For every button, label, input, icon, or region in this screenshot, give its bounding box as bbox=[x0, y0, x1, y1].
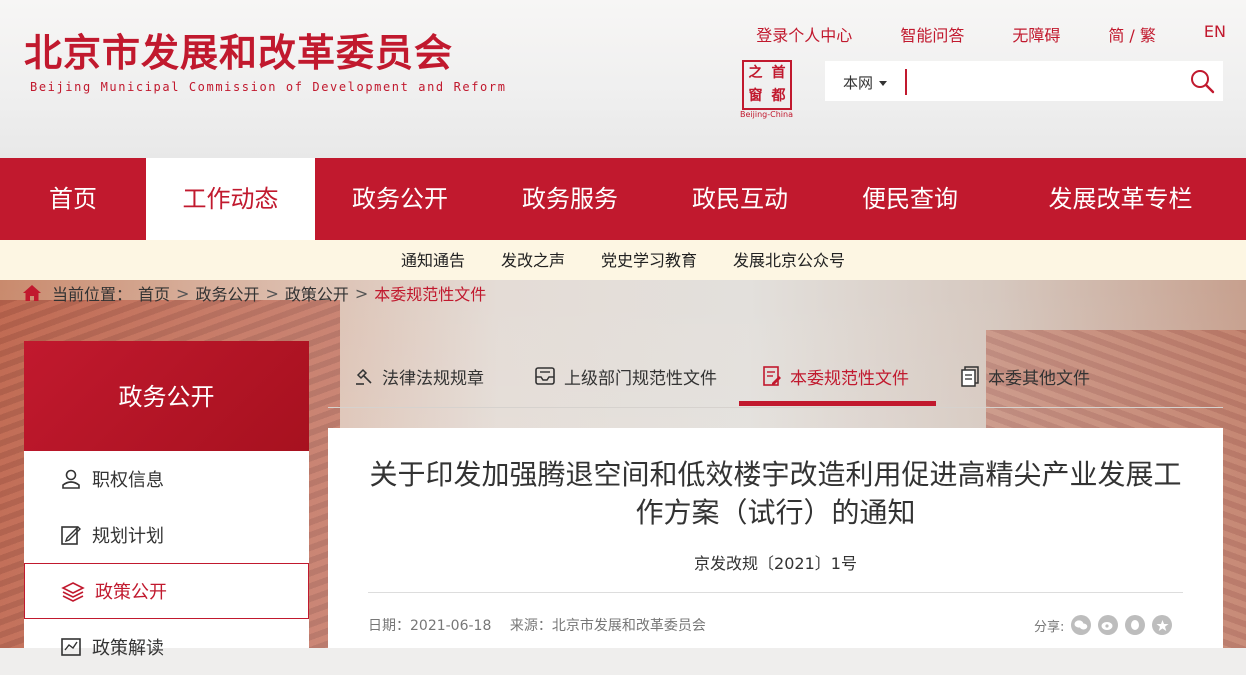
tab-label: 本委其他文件 bbox=[988, 368, 1090, 389]
breadcrumb-label: 当前位置： bbox=[52, 285, 133, 304]
search-scope-label: 本网 bbox=[843, 74, 874, 92]
sidebar-title: 政务公开 bbox=[24, 341, 309, 451]
documents-icon bbox=[961, 366, 979, 387]
sidebar-item-authority-info[interactable]: 职权信息 bbox=[24, 451, 309, 507]
sidebar-item-policy-interpretation[interactable]: 政策解读 bbox=[24, 619, 309, 675]
weibo-share-icon[interactable] bbox=[1098, 615, 1119, 635]
caret-down-icon bbox=[879, 81, 888, 86]
divider bbox=[368, 592, 1183, 593]
seal-char: 都 bbox=[771, 88, 786, 104]
search-bar: 本网 bbox=[825, 61, 1223, 101]
home-icon bbox=[23, 285, 41, 301]
person-icon bbox=[62, 469, 80, 489]
tab-commission-other-docs[interactable]: 本委其他文件 bbox=[960, 345, 1090, 407]
breadcrumb-separator: > bbox=[354, 283, 369, 303]
sidebar-menu: 职权信息 规划计划 政策公开 政策解读 bbox=[24, 451, 309, 659]
english-link[interactable]: EN bbox=[1204, 22, 1226, 46]
breadcrumb-policy[interactable]: 政策公开 bbox=[285, 281, 349, 305]
site-title-english: Beijing Municipal Commission of Developm… bbox=[30, 80, 507, 94]
breadcrumb: 当前位置： 首页 > 政务公开 > 政策公开 > 本委规范性文件 bbox=[22, 281, 486, 305]
chart-document-icon bbox=[61, 638, 81, 656]
tab-label: 法律法规规章 bbox=[382, 368, 484, 389]
qzone-share-icon[interactable] bbox=[1152, 615, 1173, 635]
tab-label: 本委规范性文件 bbox=[790, 368, 909, 389]
edit-document-icon bbox=[61, 526, 81, 545]
capital-window-seal-logo[interactable]: 之 首 窗 都 bbox=[742, 60, 792, 110]
share-label: 分享: bbox=[1034, 619, 1065, 635]
nav-public-interaction[interactable]: 政民互动 bbox=[655, 158, 825, 240]
top-links: 登录个人中心 智能问答 无障碍 简 / 繁 EN bbox=[708, 22, 1226, 46]
simplified-traditional-link[interactable]: 简 / 繁 bbox=[1108, 22, 1156, 46]
login-link[interactable]: 登录个人中心 bbox=[756, 22, 852, 46]
breadcrumb-separator: > bbox=[265, 283, 279, 303]
subnav-official-account[interactable]: 发展北京公众号 bbox=[733, 240, 845, 280]
seal-char: 窗 bbox=[748, 88, 763, 104]
article-panel: 关于印发加强腾退空间和低效楼宇改造利用促进高精尖产业发展工作方案（试行）的通知 … bbox=[328, 428, 1223, 648]
sidebar-item-planning[interactable]: 规划计划 bbox=[24, 507, 309, 563]
qq-share-icon[interactable] bbox=[1125, 615, 1146, 635]
nav-work-news[interactable]: 工作动态 bbox=[146, 158, 315, 240]
tab-laws-regulations[interactable]: 法律法规规章 bbox=[354, 345, 484, 407]
smart-qa-link[interactable]: 智能问答 bbox=[900, 22, 964, 46]
main-nav: 首页 工作动态 政务公开 政务服务 政民互动 便民查询 发展改革专栏 bbox=[0, 158, 1246, 240]
breadcrumb-government-affairs[interactable]: 政务公开 bbox=[195, 281, 259, 305]
subnav-notices[interactable]: 通知通告 bbox=[401, 240, 465, 280]
seal-char: 之 bbox=[748, 65, 763, 81]
wechat-share-icon[interactable] bbox=[1071, 615, 1092, 635]
search-input[interactable] bbox=[905, 69, 1171, 95]
accessibility-link[interactable]: 无障碍 bbox=[1012, 22, 1060, 46]
sub-nav: 通知通告 发改之声 党史学习教育 发展北京公众号 bbox=[0, 240, 1246, 280]
seal-caption: Beijing-China bbox=[740, 110, 793, 119]
article-source: 来源：北京市发展和改革委员会 bbox=[509, 618, 706, 634]
search-scope-dropdown[interactable]: 本网 bbox=[843, 72, 888, 93]
sidebar-item-label: 政策公开 bbox=[95, 582, 167, 603]
tab-commission-normative-docs[interactable]: 本委规范性文件 bbox=[762, 345, 909, 407]
layers-icon bbox=[61, 582, 85, 602]
share-bar: 分享: bbox=[1034, 615, 1173, 635]
document-number: 京发改规〔2021〕1号 bbox=[694, 554, 857, 573]
active-tab-indicator bbox=[739, 401, 936, 406]
tab-label: 上级部门规范性文件 bbox=[564, 368, 717, 389]
sidebar-item-label: 规划计划 bbox=[92, 526, 164, 547]
gavel-icon bbox=[356, 368, 372, 385]
sidebar-item-label: 职权信息 bbox=[92, 470, 164, 491]
policy-tabs: 法律法规规章 上级部门规范性文件 本委规范性文件 本委其他文件 bbox=[328, 345, 1223, 408]
nav-home[interactable]: 首页 bbox=[0, 158, 146, 240]
article-title: 关于印发加强腾退空间和低效楼宇改造利用促进高精尖产业发展工作方案（试行）的通知 bbox=[369, 458, 1182, 529]
article-date: 日期：2021-06-18 bbox=[368, 618, 492, 634]
tab-superior-normative-docs[interactable]: 上级部门规范性文件 bbox=[534, 345, 717, 407]
site-title[interactable]: 北京市发展和改革委员会 bbox=[24, 22, 453, 77]
breadcrumb-home[interactable]: 首页 bbox=[138, 281, 170, 305]
breadcrumb-current[interactable]: 本委规范性文件 bbox=[374, 281, 486, 305]
inbox-icon bbox=[535, 367, 555, 385]
nav-government-services[interactable]: 政务服务 bbox=[485, 158, 655, 240]
nav-government-affairs-disclosure[interactable]: 政务公开 bbox=[315, 158, 485, 240]
nav-reform-column[interactable]: 发展改革专栏 bbox=[995, 158, 1246, 240]
search-icon[interactable] bbox=[1189, 68, 1215, 94]
article-meta: 日期：2021-06-18 来源：北京市发展和改革委员会 bbox=[368, 615, 720, 635]
breadcrumb-separator: > bbox=[176, 283, 190, 303]
subnav-voice[interactable]: 发改之声 bbox=[501, 240, 565, 280]
sidebar-item-policy-disclosure[interactable]: 政策公开 bbox=[24, 563, 309, 619]
sidebar-item-label: 政策解读 bbox=[92, 638, 164, 659]
subnav-party-history[interactable]: 党史学习教育 bbox=[601, 240, 697, 280]
seal-char: 首 bbox=[771, 65, 786, 81]
document-edit-icon bbox=[763, 366, 781, 386]
nav-convenience-query[interactable]: 便民查询 bbox=[825, 158, 995, 240]
